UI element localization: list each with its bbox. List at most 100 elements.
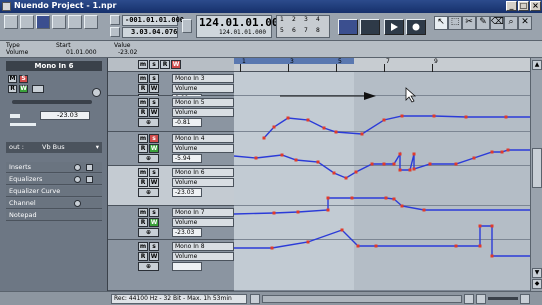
- automation-curve[interactable]: [234, 225, 530, 257]
- inspector-monitor-button[interactable]: [32, 85, 44, 93]
- automation-point[interactable]: [332, 171, 336, 175]
- track-name[interactable]: Mono In 5: [172, 98, 234, 107]
- track-write-button[interactable]: W: [149, 178, 159, 187]
- bypass-icon[interactable]: [74, 176, 81, 183]
- track-solo-button[interactable]: s: [149, 98, 159, 107]
- automation-point[interactable]: [384, 196, 388, 200]
- grid-button[interactable]: [84, 15, 98, 29]
- track-write-button[interactable]: W: [149, 218, 159, 227]
- automation-point[interactable]: [392, 197, 396, 201]
- marker-4[interactable]: 4: [316, 16, 320, 23]
- edit-icon[interactable]: [86, 176, 93, 183]
- track-read-button[interactable]: R: [138, 84, 148, 93]
- track-edit-button[interactable]: ⊕: [138, 228, 159, 237]
- autoscroll-button[interactable]: [52, 15, 66, 29]
- section-inserts[interactable]: Inserts: [6, 162, 102, 173]
- automation-point[interactable]: [334, 130, 338, 134]
- automation-point[interactable]: [408, 168, 412, 172]
- track-name[interactable]: Mono In 3: [172, 74, 234, 83]
- automation-curve[interactable]: [234, 149, 530, 179]
- zoom-in-button[interactable]: [520, 294, 530, 304]
- automation-point[interactable]: [400, 204, 404, 208]
- automation-point[interactable]: [490, 254, 494, 258]
- edit-channel-button[interactable]: [92, 88, 101, 97]
- automation-point[interactable]: [464, 115, 468, 119]
- stop-button[interactable]: [360, 19, 380, 35]
- track-mute-button[interactable]: m: [138, 98, 148, 107]
- automation-point[interactable]: [322, 126, 326, 130]
- time-format-button[interactable]: [182, 19, 192, 33]
- maximize-button[interactable]: □: [518, 1, 529, 11]
- track-write-button[interactable]: W: [149, 252, 159, 261]
- scroll-down-button[interactable]: ▼: [532, 268, 542, 278]
- automation-point[interactable]: [286, 116, 290, 120]
- automation-point[interactable]: [428, 162, 432, 166]
- track-edit-button[interactable]: ⊕: [138, 118, 159, 127]
- track-read-button[interactable]: R: [138, 108, 148, 117]
- automation-point[interactable]: [370, 162, 374, 166]
- automation-point[interactable]: [392, 162, 396, 166]
- track-solo-button[interactable]: s: [149, 74, 159, 83]
- start-value[interactable]: 01.01.000: [66, 49, 97, 56]
- automation-point[interactable]: [272, 125, 276, 129]
- track-name[interactable]: Mono In 8: [172, 242, 234, 251]
- track-read-button[interactable]: R: [138, 218, 148, 227]
- draw-tool-icon[interactable]: ✎: [476, 16, 490, 30]
- global-mute-button[interactable]: m: [138, 60, 148, 69]
- track-solo-button[interactable]: s: [149, 134, 159, 143]
- automation-point[interactable]: [478, 244, 482, 248]
- position-right-button[interactable]: [110, 27, 120, 37]
- vertical-scrollbar[interactable]: ▲ ▼ ◆: [530, 58, 542, 291]
- automation-point[interactable]: [382, 162, 386, 166]
- automation-point[interactable]: [280, 153, 284, 157]
- track-read-button[interactable]: R: [138, 178, 148, 187]
- automation-point[interactable]: [490, 224, 494, 228]
- track-mute-button[interactable]: m: [138, 134, 148, 143]
- type-value[interactable]: Volume: [6, 49, 28, 56]
- track-parameter[interactable]: Volume: [172, 84, 234, 93]
- range-tool-icon[interactable]: ⬚: [448, 16, 462, 30]
- track-edit-button[interactable]: ⊕: [138, 262, 159, 271]
- track-read-button[interactable]: R: [138, 252, 148, 261]
- track-mute-button[interactable]: m: [138, 74, 148, 83]
- track-value[interactable]: -23.03: [172, 188, 202, 197]
- automation-point[interactable]: [326, 196, 330, 200]
- section-equalizers[interactable]: Equalizers: [6, 174, 102, 185]
- automation-point[interactable]: [472, 156, 476, 160]
- automation-point[interactable]: [316, 160, 320, 164]
- automation-point[interactable]: [412, 152, 416, 156]
- global-read-button[interactable]: R: [160, 60, 170, 69]
- automation-point[interactable]: [360, 132, 364, 136]
- automation-curve[interactable]: [263, 115, 530, 139]
- mute-tool-icon[interactable]: ✕: [518, 16, 532, 30]
- automation-curve[interactable]: [234, 197, 530, 215]
- erase-tool-icon[interactable]: ⌫: [490, 16, 504, 30]
- marker-1[interactable]: 1: [280, 16, 284, 23]
- play-button[interactable]: [384, 19, 404, 35]
- automation-point[interactable]: [306, 118, 310, 122]
- track-edit-button[interactable]: ⊕: [138, 188, 159, 197]
- marker-6[interactable]: 6: [292, 27, 296, 34]
- track-write-button[interactable]: W: [149, 108, 159, 117]
- inspector-solo-button[interactable]: S: [19, 75, 28, 83]
- section-channel[interactable]: Channel: [6, 198, 102, 209]
- zoom-slider[interactable]: [488, 297, 518, 300]
- track-row[interactable]: m s R W ⊕ Mono In 7 Volume -23.03: [108, 206, 234, 240]
- ruler[interactable]: 1 3 5 7 9: [234, 58, 530, 72]
- automation-point[interactable]: [262, 136, 266, 140]
- global-solo-button[interactable]: s: [149, 60, 159, 69]
- inspector-mute-button[interactable]: M: [8, 75, 17, 83]
- track-row[interactable]: m s R W ⊕ Mono In 5 Volume -0.81: [108, 96, 234, 132]
- scroll-right-button[interactable]: [464, 294, 474, 304]
- marker-5[interactable]: 5: [280, 27, 284, 34]
- automation-point[interactable]: [454, 244, 458, 248]
- automation-point[interactable]: [454, 162, 458, 166]
- automation-point[interactable]: [340, 228, 344, 232]
- automation-point[interactable]: [306, 240, 310, 244]
- inspector-channel-name[interactable]: Mono In 6: [6, 61, 102, 71]
- track-value[interactable]: -23.03: [172, 228, 202, 237]
- track-name[interactable]: Mono In 6: [172, 168, 234, 177]
- track-value[interactable]: -5.94: [172, 154, 202, 163]
- primary-time-display[interactable]: -001.01.01.000: [122, 15, 184, 26]
- output-routing[interactable]: out : Vb Bus ▾: [6, 142, 102, 153]
